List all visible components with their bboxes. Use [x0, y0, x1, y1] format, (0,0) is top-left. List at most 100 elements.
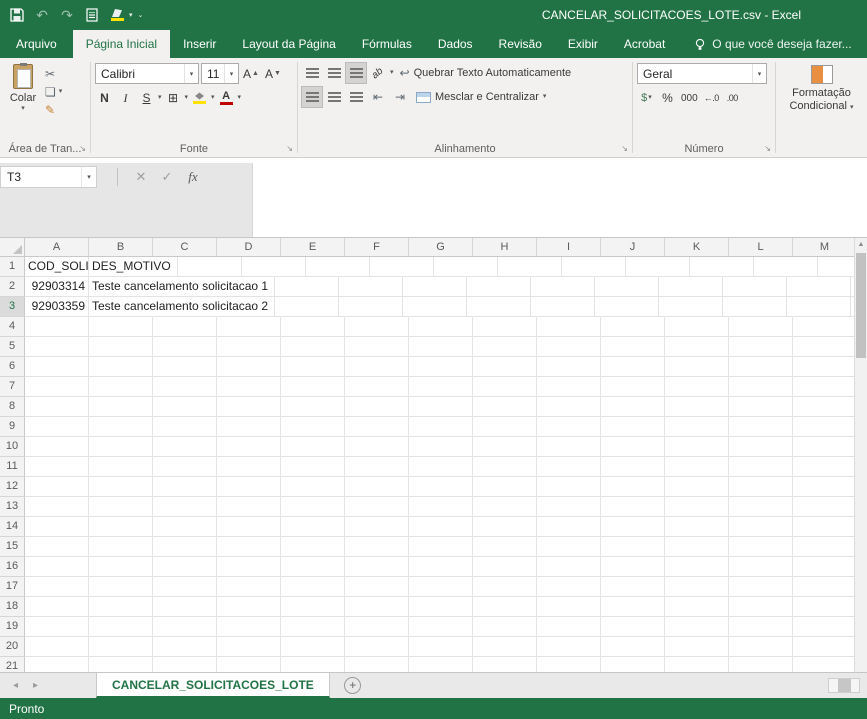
cell-I16[interactable]	[537, 557, 601, 577]
decrease-decimal-button[interactable]: .00	[723, 88, 742, 108]
cell-E12[interactable]	[281, 477, 345, 497]
orientation-caret-icon[interactable]: ▾	[390, 69, 394, 77]
cell-J12[interactable]	[601, 477, 665, 497]
cell-G16[interactable]	[409, 557, 473, 577]
insert-function-button[interactable]: fx	[180, 169, 206, 185]
cell-I19[interactable]	[537, 617, 601, 637]
cell-C19[interactable]	[153, 617, 217, 637]
cell-H1[interactable]	[498, 257, 562, 277]
cell-I15[interactable]	[537, 537, 601, 557]
tab-exibir[interactable]: Exibir	[555, 30, 611, 58]
cell-J11[interactable]	[601, 457, 665, 477]
cell-B21[interactable]	[89, 657, 153, 672]
paste-button[interactable]: Colar ▾	[1, 61, 45, 140]
cell-E13[interactable]	[281, 497, 345, 517]
cell-K18[interactable]	[665, 597, 729, 617]
cell-G14[interactable]	[409, 517, 473, 537]
cell-H18[interactable]	[473, 597, 537, 617]
column-header-E[interactable]: E	[281, 238, 345, 256]
cell-F16[interactable]	[345, 557, 409, 577]
cell-B8[interactable]	[89, 397, 153, 417]
cell-H15[interactable]	[473, 537, 537, 557]
cell-H5[interactable]	[473, 337, 537, 357]
cell-D5[interactable]	[217, 337, 281, 357]
cell-G6[interactable]	[409, 357, 473, 377]
cell-I14[interactable]	[537, 517, 601, 537]
increase-indent-button[interactable]: ⇥	[390, 87, 410, 107]
cell-M16[interactable]	[793, 557, 857, 577]
cell-M7[interactable]	[793, 377, 857, 397]
row-header-19[interactable]: 19	[0, 617, 25, 637]
cell-D4[interactable]	[217, 317, 281, 337]
cell-C3[interactable]	[275, 297, 339, 317]
column-header-M[interactable]: M	[793, 238, 857, 256]
cell-F9[interactable]	[345, 417, 409, 437]
tab-pagina-inicial[interactable]: Página Inicial	[73, 30, 170, 58]
cell-J9[interactable]	[601, 417, 665, 437]
cell-E21[interactable]	[281, 657, 345, 672]
document-icon[interactable]	[85, 7, 99, 23]
column-header-L[interactable]: L	[729, 238, 793, 256]
cell-E17[interactable]	[281, 577, 345, 597]
font-dialog-launcher-icon[interactable]: ↘	[286, 145, 293, 153]
cell-J18[interactable]	[601, 597, 665, 617]
row-header-11[interactable]: 11	[0, 457, 25, 477]
cell-M21[interactable]	[793, 657, 857, 672]
vertical-scroll-thumb[interactable]	[856, 253, 866, 358]
cancel-icon[interactable]: ✕	[128, 169, 154, 185]
cell-J14[interactable]	[601, 517, 665, 537]
align-center-button[interactable]	[324, 87, 344, 107]
cell-A5[interactable]	[25, 337, 89, 357]
cell-J10[interactable]	[601, 437, 665, 457]
row-header-15[interactable]: 15	[0, 537, 25, 557]
cell-H13[interactable]	[473, 497, 537, 517]
font-color-caret-icon[interactable]: ▾	[238, 94, 242, 102]
cell-B9[interactable]	[89, 417, 153, 437]
cell-J1[interactable]	[626, 257, 690, 277]
cell-I18[interactable]	[537, 597, 601, 617]
cell-E18[interactable]	[281, 597, 345, 617]
cell-C21[interactable]	[153, 657, 217, 672]
cell-C14[interactable]	[153, 517, 217, 537]
cell-D18[interactable]	[217, 597, 281, 617]
cell-H8[interactable]	[473, 397, 537, 417]
row-header-4[interactable]: 4	[0, 317, 25, 337]
cell-G17[interactable]	[409, 577, 473, 597]
cell-A9[interactable]	[25, 417, 89, 437]
number-format-caret-icon[interactable]: ▾	[752, 64, 766, 83]
cell-F6[interactable]	[345, 357, 409, 377]
cell-C18[interactable]	[153, 597, 217, 617]
font-color-button[interactable]: A	[217, 88, 236, 108]
cell-L7[interactable]	[729, 377, 793, 397]
cell-M6[interactable]	[793, 357, 857, 377]
cut-button[interactable]: ✂	[45, 66, 62, 82]
cell-C10[interactable]	[153, 437, 217, 457]
cell-L14[interactable]	[729, 517, 793, 537]
cell-J21[interactable]	[601, 657, 665, 672]
scroll-up-icon[interactable]: ▲	[855, 238, 867, 252]
borders-caret-icon[interactable]: ▾	[185, 94, 189, 102]
column-header-I[interactable]: I	[537, 238, 601, 256]
next-sheet-icon[interactable]: ▸	[33, 680, 38, 691]
cell-G9[interactable]	[409, 417, 473, 437]
cell-G19[interactable]	[409, 617, 473, 637]
tell-me-box[interactable]: O que você deseja fazer...	[694, 30, 851, 58]
cell-A21[interactable]	[25, 657, 89, 672]
cell-D12[interactable]	[217, 477, 281, 497]
cell-K9[interactable]	[665, 417, 729, 437]
cell-B12[interactable]	[89, 477, 153, 497]
cell-F3[interactable]	[467, 297, 531, 317]
cell-C13[interactable]	[153, 497, 217, 517]
cell-K21[interactable]	[665, 657, 729, 672]
column-header-H[interactable]: H	[473, 238, 537, 256]
horizontal-scroll-thumb[interactable]	[838, 679, 851, 692]
cell-L11[interactable]	[729, 457, 793, 477]
cell-F4[interactable]	[345, 317, 409, 337]
cell-C1[interactable]	[178, 257, 242, 277]
cell-A13[interactable]	[25, 497, 89, 517]
qat-customize-caret-icon[interactable]: ⌄	[138, 11, 144, 19]
row-header-20[interactable]: 20	[0, 637, 25, 657]
row-header-5[interactable]: 5	[0, 337, 25, 357]
cell-B3[interactable]: Teste cancelamento solicitacao 2	[89, 297, 275, 317]
cell-K2[interactable]	[787, 277, 851, 297]
